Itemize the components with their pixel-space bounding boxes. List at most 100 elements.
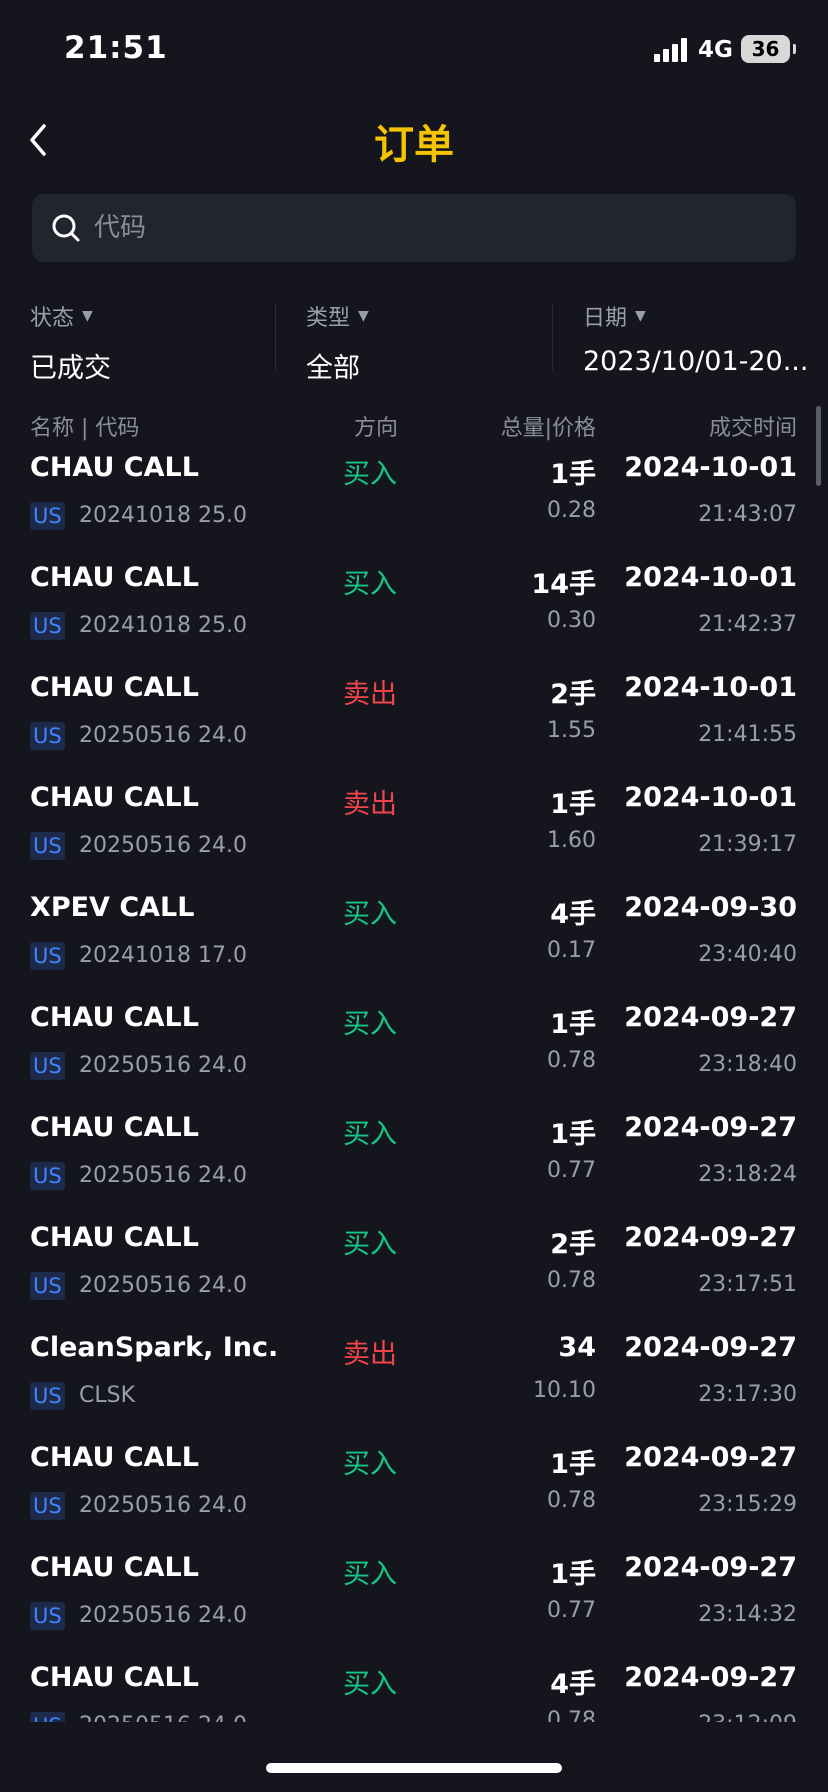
order-date: 2024-09-27 — [624, 1002, 797, 1033]
order-name: CHAU CALL — [30, 1442, 199, 1473]
order-row[interactable]: CleanSpark, Inc. US CLSK 卖出 34 10.10 202… — [0, 1330, 828, 1440]
order-price: 0.30 — [547, 608, 596, 633]
order-time: 23:15:29 — [698, 1492, 797, 1517]
order-direction: 买入 — [343, 1119, 397, 1150]
order-direction: 买入 — [343, 569, 397, 600]
order-date: 2024-10-01 — [624, 452, 797, 483]
order-date: 2024-10-01 — [624, 672, 797, 703]
order-date: 2024-10-01 — [624, 782, 797, 813]
status-bar: 21:51 4G 36 — [0, 0, 828, 100]
order-row[interactable]: CHAU CALL US 20250516 24.0 卖出 2手 1.55 20… — [0, 670, 828, 780]
market-badge: US — [30, 502, 65, 530]
order-row[interactable]: CHAU CALL US 20241018 25.0 买入 14手 0.30 2… — [0, 560, 828, 670]
order-name: CHAU CALL — [30, 1662, 199, 1693]
order-price: 0.78 — [547, 1488, 596, 1513]
order-price: 0.78 — [547, 1708, 596, 1722]
column-name: 名称 | 代码 — [30, 416, 140, 441]
order-direction: 卖出 — [343, 1339, 397, 1370]
order-date: 2024-09-27 — [624, 1442, 797, 1473]
order-quantity: 2手 — [550, 1229, 596, 1260]
order-quantity: 1手 — [550, 1559, 596, 1590]
order-price: 0.78 — [547, 1268, 596, 1293]
divider — [552, 304, 553, 370]
order-quantity: 2手 — [550, 679, 596, 710]
order-name: CleanSpark, Inc. — [30, 1332, 279, 1363]
order-code: 20241018 25.0 — [79, 613, 247, 638]
order-row[interactable]: CHAU CALL US 20250516 24.0 买入 1手 0.78 20… — [0, 1000, 828, 1110]
market-badge: US — [30, 1052, 65, 1080]
search-input[interactable] — [94, 208, 774, 248]
filter-type[interactable]: 类型 ▼ 全部 — [306, 300, 369, 384]
order-date: 2024-10-01 — [624, 562, 797, 593]
order-row[interactable]: CHAU CALL US 20250516 24.0 买入 1手 0.78 20… — [0, 1440, 828, 1550]
order-time: 21:41:55 — [698, 722, 797, 747]
order-time: 23:17:30 — [698, 1382, 797, 1407]
order-direction: 买入 — [343, 459, 397, 490]
filter-status-label: 状态 — [30, 306, 75, 331]
order-code: 20250516 24.0 — [79, 1493, 247, 1518]
order-direction: 买入 — [343, 1449, 397, 1480]
order-code: 20241018 25.0 — [79, 503, 247, 528]
column-time: 成交时间 — [708, 416, 797, 441]
order-row[interactable]: CHAU CALL US 20250516 24.0 卖出 1手 1.60 20… — [0, 780, 828, 890]
order-direction: 卖出 — [343, 679, 397, 710]
home-indicator[interactable] — [266, 1763, 562, 1773]
market-badge: US — [30, 612, 65, 640]
order-code: 20250516 24.0 — [79, 1053, 247, 1078]
order-name: CHAU CALL — [30, 1112, 199, 1143]
market-badge: US — [30, 1272, 65, 1300]
table-header: 名称 | 代码 方向 总量|价格 成交时间 — [0, 410, 828, 444]
filter-type-value: 全部 — [306, 353, 360, 384]
order-quantity: 1手 — [550, 789, 596, 820]
order-direction: 买入 — [343, 1669, 397, 1700]
order-time: 23:14:32 — [698, 1602, 797, 1627]
order-price: 1.60 — [547, 828, 596, 853]
filter-date-label: 日期 — [583, 306, 628, 331]
filter-date[interactable]: 日期 ▼ 2023/10/01-20... — [583, 300, 808, 380]
order-date: 2024-09-27 — [624, 1112, 797, 1143]
order-date: 2024-09-27 — [624, 1332, 797, 1363]
order-price: 0.77 — [547, 1598, 596, 1623]
order-row[interactable]: CHAU CALL US 20250516 24.0 买入 1手 0.77 20… — [0, 1550, 828, 1660]
market-badge: US — [30, 942, 65, 970]
order-row[interactable]: CHAU CALL US 20241018 25.0 买入 1手 0.28 20… — [0, 450, 828, 560]
page-title: 订单 — [374, 122, 454, 168]
signal-icon — [654, 38, 688, 62]
divider — [275, 304, 276, 370]
scrollbar[interactable] — [816, 406, 821, 486]
market-badge: US — [30, 1712, 65, 1722]
order-name: CHAU CALL — [30, 562, 199, 593]
order-list[interactable]: CHAU CALL US 20241018 25.0 买入 1手 0.28 20… — [0, 450, 828, 1722]
order-time: 23:18:24 — [698, 1162, 797, 1187]
order-direction: 买入 — [343, 1009, 397, 1040]
order-row[interactable]: CHAU CALL US 20250516 24.0 买入 1手 0.77 20… — [0, 1110, 828, 1220]
filter-status-value: 已成交 — [30, 353, 111, 384]
order-quantity: 1手 — [550, 1009, 596, 1040]
order-name: CHAU CALL — [30, 1552, 199, 1583]
order-direction: 买入 — [343, 1559, 397, 1590]
order-code: 20250516 24.0 — [79, 1712, 247, 1722]
order-row[interactable]: CHAU CALL US 20250516 24.0 买入 2手 0.78 20… — [0, 1220, 828, 1330]
filter-date-value: 2023/10/01-20... — [583, 346, 809, 377]
column-direction: 方向 — [354, 416, 399, 441]
caret-down-icon: ▼ — [82, 308, 93, 324]
order-direction: 买入 — [343, 899, 397, 930]
order-quantity: 34 — [558, 1332, 596, 1363]
order-code: 20241018 17.0 — [79, 943, 247, 968]
market-badge: US — [30, 1492, 65, 1520]
search-box[interactable] — [32, 194, 796, 262]
order-date: 2024-09-27 — [624, 1222, 797, 1253]
caret-down-icon: ▼ — [358, 308, 369, 324]
order-direction: 买入 — [343, 1229, 397, 1260]
order-name: CHAU CALL — [30, 1002, 199, 1033]
filter-status[interactable]: 状态 ▼ 已成交 — [30, 300, 111, 384]
order-row[interactable]: CHAU CALL US 20250516 24.0 买入 4手 0.78 20… — [0, 1660, 828, 1722]
order-row[interactable]: XPEV CALL US 20241018 17.0 买入 4手 0.17 20… — [0, 890, 828, 1000]
order-quantity: 1手 — [550, 1119, 596, 1150]
order-name: CHAU CALL — [30, 672, 199, 703]
order-quantity: 4手 — [550, 1669, 596, 1700]
order-quantity: 14手 — [531, 569, 596, 600]
order-name: XPEV CALL — [30, 892, 195, 923]
order-quantity: 4手 — [550, 899, 596, 930]
order-time: 23:17:51 — [698, 1272, 797, 1297]
